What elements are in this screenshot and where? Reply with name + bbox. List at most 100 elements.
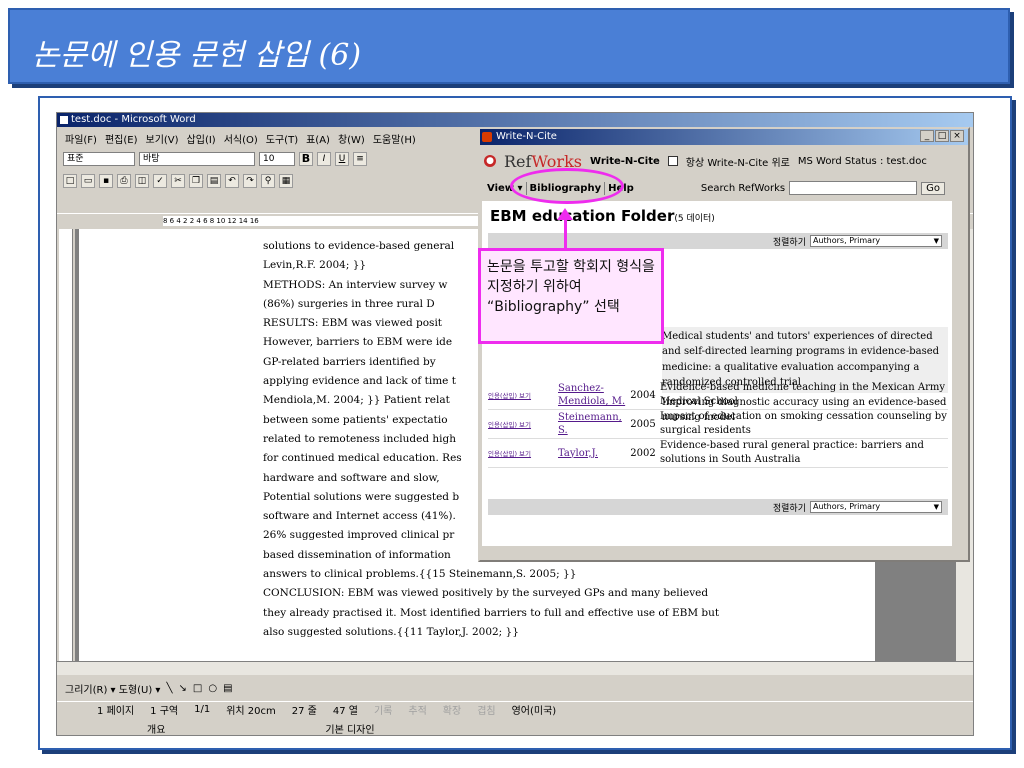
status-bar: 1 페이지 1 구역 1/1 위치 20cm 27 줄 47 열 기록 추적 확… bbox=[57, 701, 973, 717]
menu-insert[interactable]: 삽입(I) bbox=[187, 131, 216, 146]
spell-icon[interactable]: ✓ bbox=[153, 174, 167, 188]
rectangle-icon[interactable]: □ bbox=[193, 683, 202, 694]
reference-title: Impact of education on smoking cessation… bbox=[660, 411, 947, 436]
status-ovr[interactable]: 겹침 bbox=[477, 702, 495, 717]
open-icon[interactable]: ▭ bbox=[81, 174, 95, 188]
reference-year: 2002 bbox=[630, 447, 656, 459]
document-line: also suggested solutions.{{11 Taylor,J. … bbox=[263, 625, 519, 638]
author-link[interactable]: Sanchez-Mendiola, M. bbox=[558, 382, 628, 408]
bottom-bar: 개요 기본 디자인 bbox=[57, 719, 973, 736]
underline-icon[interactable]: U bbox=[335, 152, 349, 166]
status-rec[interactable]: 기록 bbox=[374, 702, 392, 717]
menu-window[interactable]: 창(W) bbox=[338, 131, 365, 146]
line-icon[interactable]: ╲ bbox=[166, 683, 172, 694]
menu-table[interactable]: 표(A) bbox=[306, 131, 330, 146]
save-icon[interactable]: ▪ bbox=[99, 174, 113, 188]
menu-tools[interactable]: 도구(T) bbox=[266, 131, 298, 146]
align-icon[interactable]: ≡ bbox=[353, 152, 367, 166]
folder-count: (5 데이터) bbox=[674, 214, 715, 224]
document-line: they already practised it. Most identifi… bbox=[263, 606, 720, 619]
copy-icon[interactable]: ❐ bbox=[189, 174, 203, 188]
sort-label: 정렬하기 bbox=[772, 503, 806, 514]
document-line: answers to clinical problems.{{15 Steine… bbox=[263, 568, 577, 581]
status-col: 47 열 bbox=[332, 706, 358, 717]
horizontal-scrollbar[interactable] bbox=[57, 661, 973, 675]
status-section: 1 구역 bbox=[150, 706, 179, 717]
status-trk[interactable]: 추적 bbox=[408, 702, 426, 717]
italic-icon[interactable]: I bbox=[317, 152, 331, 166]
size-select[interactable]: 10 bbox=[259, 152, 295, 166]
always-on-top-label: 항상 Write-N-Cite 위로 bbox=[685, 157, 790, 169]
sort-select[interactable]: Authors, Primary bbox=[810, 501, 942, 513]
author-link[interactable]: Steinemann, S. bbox=[558, 411, 628, 437]
hyperlink-icon[interactable]: ⚲ bbox=[261, 174, 275, 188]
minimize-icon[interactable]: _ bbox=[920, 130, 934, 142]
menu-edit[interactable]: 편집(E) bbox=[105, 131, 138, 146]
slide-title: 논문에 인용 문헌 삽입 (6) bbox=[32, 38, 362, 73]
document-line: CONCLUSION: EBM was viewed positively by… bbox=[263, 587, 709, 600]
drawing-toolbar: 그리기(R) ▾ 도형(U) ▾ ╲ ↘ □ ○ ▤ bbox=[57, 677, 973, 699]
sort-label: 정렬하기 bbox=[772, 237, 806, 248]
menu-view[interactable]: 보기(V) bbox=[146, 131, 179, 146]
menu-format[interactable]: 서식(O) bbox=[224, 131, 258, 146]
print-icon[interactable]: ⎙ bbox=[117, 174, 131, 188]
status-pages: 1/1 bbox=[194, 704, 211, 715]
close-icon[interactable]: × bbox=[950, 130, 964, 142]
wnc-titlebar: Write-N-Cite _ □ × bbox=[480, 129, 968, 145]
paste-icon[interactable]: ▤ bbox=[207, 174, 221, 188]
slide-header: 논문에 인용 문헌 삽입 (6) bbox=[8, 8, 1010, 84]
menu-help[interactable]: 도움말(H) bbox=[373, 131, 416, 146]
reference-year: 2005 bbox=[630, 418, 656, 430]
draw-menu[interactable]: 그리기(R) ▾ 도형(U) ▾ bbox=[65, 681, 160, 696]
insert-citation-link[interactable]: 인용(삽입) 보기 bbox=[488, 390, 558, 400]
callout-arrow-line bbox=[564, 218, 567, 248]
vertical-ruler bbox=[59, 229, 73, 667]
refworks-icon bbox=[482, 132, 492, 142]
always-on-top-checkbox[interactable] bbox=[667, 156, 678, 166]
reference-title: Evidence-based rural general practice: b… bbox=[660, 440, 924, 465]
preview-icon[interactable]: ◫ bbox=[135, 174, 149, 188]
bottom-left-label: 개요 bbox=[147, 724, 166, 736]
maximize-icon[interactable]: □ bbox=[935, 130, 949, 142]
style-select[interactable]: 표준 bbox=[63, 152, 135, 166]
wnc-title: Write-N-Cite bbox=[496, 131, 557, 142]
sort-bar-bottom: 정렬하기 Authors, Primary bbox=[488, 499, 948, 515]
new-icon[interactable]: □ bbox=[63, 174, 77, 188]
logo-ref: Ref bbox=[504, 151, 532, 171]
redo-icon[interactable]: ↷ bbox=[243, 174, 257, 188]
folder-name: EBM education Folder bbox=[490, 207, 675, 225]
wnc-statusbar bbox=[480, 547, 968, 560]
reference-row: 인용(삽입) 보기 Steinemann, S. 2005 Impact of edu… bbox=[488, 410, 948, 439]
bottom-right-label: 기본 디자인 bbox=[325, 724, 375, 736]
search-label: Search RefWorks bbox=[700, 182, 786, 194]
folder-title: EBM education Folder(5 데이터) bbox=[490, 207, 715, 225]
status-position: 위치 20cm bbox=[226, 706, 276, 717]
bold-icon[interactable]: B bbox=[299, 152, 313, 166]
undo-icon[interactable]: ↶ bbox=[225, 174, 239, 188]
reference-row: 인용(삽입) 보기 Taylor,J. 2002 Evidence-based rur… bbox=[488, 439, 948, 468]
oval-icon[interactable]: ○ bbox=[208, 683, 217, 694]
table-icon[interactable]: ▦ bbox=[279, 174, 293, 188]
search-input[interactable] bbox=[789, 181, 918, 195]
menu-file[interactable]: 파일(F) bbox=[65, 131, 97, 146]
sort-bar-top: 정렬하기 Authors, Primary bbox=[488, 233, 948, 249]
insert-citation-link[interactable]: 인용(삽입) 보기 bbox=[488, 448, 558, 458]
word-title: test.doc - Microsoft Word bbox=[71, 114, 196, 125]
cut-icon[interactable]: ✂ bbox=[171, 174, 185, 188]
word-titlebar: test.doc - Microsoft Word bbox=[57, 113, 973, 127]
status-line: 27 줄 bbox=[291, 706, 317, 717]
insert-citation-link[interactable]: 인용(삽입) 보기 bbox=[488, 419, 558, 429]
sort-select[interactable]: Authors, Primary bbox=[810, 235, 942, 247]
word-icon bbox=[59, 115, 69, 125]
search-area: Search RefWorks Go bbox=[701, 181, 945, 195]
author-link[interactable]: Taylor,J. bbox=[558, 447, 628, 460]
callout-box: 논문을 투고할 학회지 형식을 지정하기 위하여 “Bibliography” … bbox=[478, 248, 664, 344]
font-select[interactable]: 바탕 bbox=[139, 152, 255, 166]
status-ext[interactable]: 확장 bbox=[443, 702, 461, 717]
go-button[interactable]: Go bbox=[921, 181, 945, 195]
textbox-icon[interactable]: ▤ bbox=[223, 683, 232, 694]
arrow-icon[interactable]: ↘ bbox=[178, 683, 186, 694]
reference-title: Evidence-based medicine teaching in the … bbox=[660, 382, 945, 407]
status-page: 1 페이지 bbox=[97, 706, 135, 717]
reference-year: 2004 bbox=[630, 389, 656, 401]
